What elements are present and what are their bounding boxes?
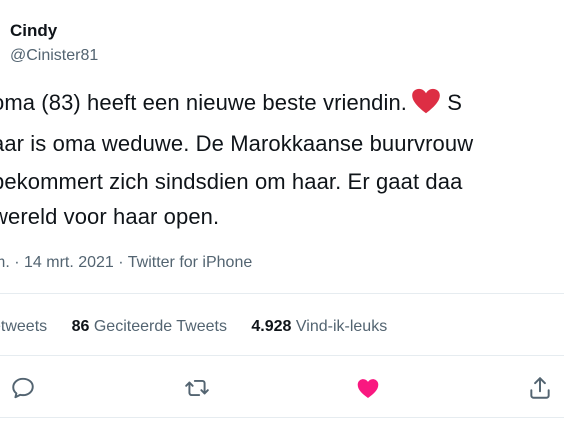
likes-count: 4.928: [251, 318, 292, 335]
quote-tweets-stat[interactable]: 86 Geciteerde Tweets: [72, 316, 227, 338]
tweet-text-line-1-tail: S: [447, 90, 463, 115]
divider: [0, 355, 564, 356]
divider: [0, 293, 564, 294]
retweet-icon[interactable]: [184, 375, 210, 401]
tweet-author-name[interactable]: Cindy: [10, 20, 57, 42]
likes-label: Vind-ik-leuks: [295, 318, 388, 335]
tweet-stats: etweets 86 Geciteerde Tweets 4.928 Vind-…: [0, 316, 407, 338]
likes-stat[interactable]: 4.928 Vind-ik-leuks: [251, 316, 387, 338]
quote-tweets-label: Geciteerde Tweets: [93, 318, 227, 335]
tweet-timestamp-source[interactable]: m. · 14 mrt. 2021 · Twitter for iPhone: [0, 252, 252, 274]
tweet-text-line-3: bekommert zich sindsdien om haar. Er gaa…: [0, 169, 463, 194]
share-icon[interactable]: [527, 375, 553, 401]
tweet-author-handle[interactable]: @Cinister81: [10, 45, 98, 67]
tweet-text-line-2: aar is oma weduwe. De Marokkaanse buurvr…: [0, 131, 474, 156]
quote-tweets-count: 86: [71, 318, 90, 335]
tweet-text-line: oma (83) heeft een nieuwe beste vriendin…: [0, 88, 462, 117]
divider: [0, 417, 564, 418]
reply-icon[interactable]: [10, 375, 36, 401]
retweets-stat[interactable]: etweets: [0, 316, 47, 338]
tweet-text-line-4: wereld voor haar open.: [0, 204, 220, 229]
red-heart-emoji-icon: [411, 88, 441, 114]
tweet-text-line-1: oma (83) heeft een nieuwe beste vriendin…: [0, 90, 408, 115]
heart-icon[interactable]: [355, 375, 381, 401]
retweets-label: etweets: [0, 318, 48, 335]
